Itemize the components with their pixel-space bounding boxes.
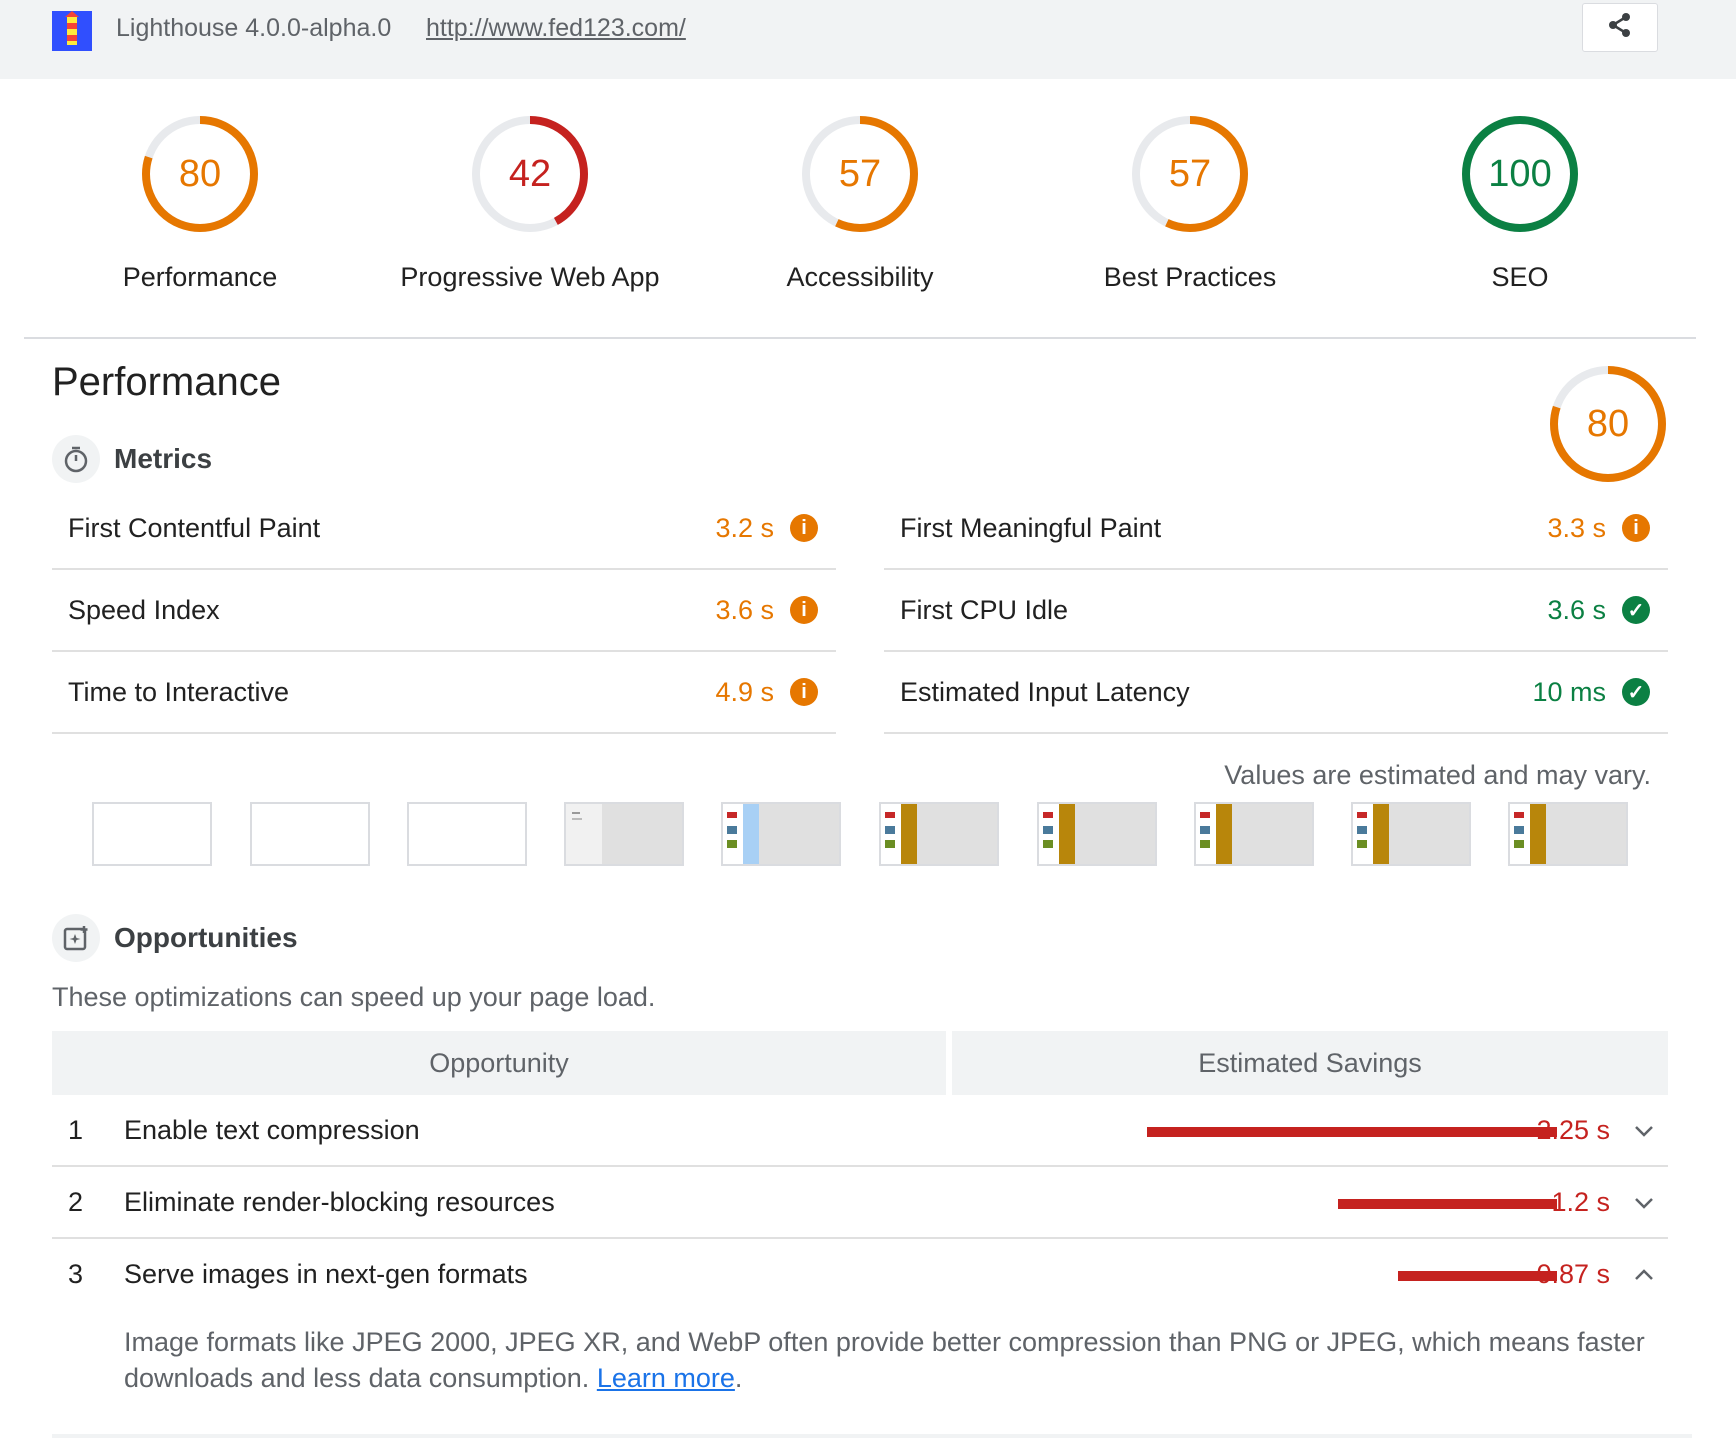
filmstrip-frame bbox=[92, 802, 212, 866]
filmstrip-frame bbox=[564, 802, 684, 866]
chevron-down-icon[interactable] bbox=[1630, 1189, 1658, 1217]
metric-row: Speed Index 3.6 s i bbox=[52, 570, 836, 652]
info-icon: i bbox=[790, 596, 818, 624]
opportunity-title: Serve images in next-gen formats bbox=[124, 1259, 528, 1289]
metric-row: First CPU Idle 3.6 s ✓ bbox=[884, 570, 1668, 652]
gauge-label: Accessibility bbox=[786, 262, 934, 292]
metric-row: First Meaningful Paint 3.3 s i bbox=[884, 488, 1668, 570]
section-divider bbox=[24, 337, 1696, 339]
metric-title: Time to Interactive bbox=[68, 676, 290, 707]
opportunity-detail-tail: . bbox=[734, 1363, 743, 1393]
filmstrip-frame bbox=[1194, 802, 1314, 866]
opportunity-savings: 0.87 s bbox=[1536, 1259, 1610, 1289]
lighthouse-version: Lighthouse 4.0.0-alpha.0 bbox=[116, 14, 392, 42]
opportunity-detail-text: Image formats like JPEG 2000, JPEG XR, a… bbox=[124, 1327, 1645, 1393]
performance-title: Performance bbox=[52, 360, 281, 404]
filmstrip-frame bbox=[407, 802, 527, 866]
gauge-score: 80 bbox=[178, 152, 222, 195]
filmstrip-frame bbox=[879, 802, 999, 866]
gauge-progressive-web-app[interactable]: 42 Progressive Web App bbox=[400, 112, 660, 293]
metric-value: 10 ms bbox=[1532, 676, 1606, 707]
metric-value: 3.3 s bbox=[1547, 512, 1606, 543]
opportunity-row[interactable]: 1 Enable text compression 2.25 s bbox=[52, 1095, 1668, 1167]
metrics-header: Metrics bbox=[52, 435, 212, 483]
gauge-score: 42 bbox=[508, 152, 552, 195]
filmstrip-frame bbox=[1508, 802, 1628, 866]
info-icon: i bbox=[1622, 514, 1650, 542]
savings-column-header: Estimated Savings bbox=[952, 1031, 1668, 1095]
metric-title: Estimated Input Latency bbox=[900, 676, 1190, 707]
share-button[interactable] bbox=[1582, 3, 1658, 52]
gauge-label: Progressive Web App bbox=[400, 262, 660, 292]
gauge-performance[interactable]: 80 Performance bbox=[70, 112, 330, 293]
gauge-seo[interactable]: 100 SEO bbox=[1390, 112, 1650, 293]
metric-row: First Contentful Paint 3.2 s i bbox=[52, 488, 836, 570]
opportunity-index: 1 bbox=[68, 1115, 84, 1145]
metric-row: Time to Interactive 4.9 s i bbox=[52, 652, 836, 734]
filmstrip-frame bbox=[1351, 802, 1471, 866]
share-icon bbox=[1606, 11, 1634, 44]
filmstrip bbox=[92, 802, 1652, 866]
metric-title: First Meaningful Paint bbox=[900, 512, 1162, 543]
opportunity-savings: 2.25 s bbox=[1536, 1115, 1610, 1145]
opportunity-savings: 1.2 s bbox=[1551, 1187, 1610, 1217]
opportunity-row[interactable]: 2 Eliminate render-blocking resources 1.2 … bbox=[52, 1167, 1668, 1239]
learn-more-link[interactable]: Learn more bbox=[597, 1363, 735, 1393]
chevron-up-icon[interactable] bbox=[1630, 1261, 1658, 1289]
estimate-note: Values are estimated and may vary. bbox=[1224, 760, 1651, 790]
tested-url-link[interactable]: http://www.fed123.com/ bbox=[426, 14, 686, 43]
top-bar: Lighthouse 4.0.0-alpha.0 http://www.fed1… bbox=[0, 0, 1736, 79]
opportunity-column-header: Opportunity bbox=[52, 1031, 946, 1095]
metric-value: 3.6 s bbox=[1547, 594, 1606, 625]
filmstrip-frame bbox=[250, 802, 370, 866]
opportunities-header: Opportunities bbox=[52, 914, 298, 962]
check-icon: ✓ bbox=[1622, 678, 1650, 706]
opportunity-row[interactable]: 3 Serve images in next-gen formats 0.87 s bbox=[52, 1239, 1668, 1311]
gauge-label: Best Practices bbox=[1103, 262, 1277, 292]
performance-score-value: 80 bbox=[1586, 402, 1630, 445]
gauge-score: 57 bbox=[1168, 152, 1212, 195]
metric-value: 3.6 s bbox=[715, 594, 774, 625]
gauge-best-practices[interactable]: 57 Best Practices bbox=[1060, 112, 1320, 293]
filmstrip-frame bbox=[1037, 802, 1157, 866]
metric-title: Speed Index bbox=[68, 594, 220, 625]
gauge-label: SEO bbox=[1491, 262, 1549, 292]
metric-value: 4.9 s bbox=[715, 676, 774, 707]
opportunity-title: Enable text compression bbox=[124, 1115, 420, 1145]
opportunities-title: Opportunities bbox=[114, 922, 298, 953]
gauge-score: 57 bbox=[838, 152, 882, 195]
opportunities-description: These optimizations can speed up your pa… bbox=[52, 982, 656, 1012]
performance-score-gauge[interactable]: 80 bbox=[1546, 362, 1670, 486]
gauge-score: 100 bbox=[1488, 152, 1552, 195]
chevron-down-icon[interactable] bbox=[1630, 1117, 1658, 1145]
lighthouse-logo-icon bbox=[52, 11, 92, 51]
check-icon: ✓ bbox=[1622, 596, 1650, 624]
opportunity-index: 2 bbox=[68, 1187, 84, 1217]
filmstrip-frame bbox=[721, 802, 841, 866]
info-icon: i bbox=[790, 678, 818, 706]
metric-row: Estimated Input Latency 10 ms ✓ bbox=[884, 652, 1668, 734]
info-icon: i bbox=[790, 514, 818, 542]
metric-title: First Contentful Paint bbox=[68, 512, 321, 543]
bottom-divider bbox=[52, 1434, 1692, 1438]
opportunity-icon bbox=[52, 914, 100, 962]
gauge-accessibility[interactable]: 57 Accessibility bbox=[730, 112, 990, 293]
opportunity-detail: Image formats like JPEG 2000, JPEG XR, a… bbox=[124, 1324, 1664, 1396]
opportunity-title: Eliminate render-blocking resources bbox=[124, 1187, 555, 1217]
opportunity-index: 3 bbox=[68, 1259, 84, 1289]
gauge-label: Performance bbox=[122, 262, 278, 292]
metric-title: First CPU Idle bbox=[900, 594, 1069, 625]
stopwatch-icon bbox=[52, 435, 100, 483]
metrics-title: Metrics bbox=[114, 443, 213, 474]
metric-value: 3.2 s bbox=[715, 512, 774, 543]
